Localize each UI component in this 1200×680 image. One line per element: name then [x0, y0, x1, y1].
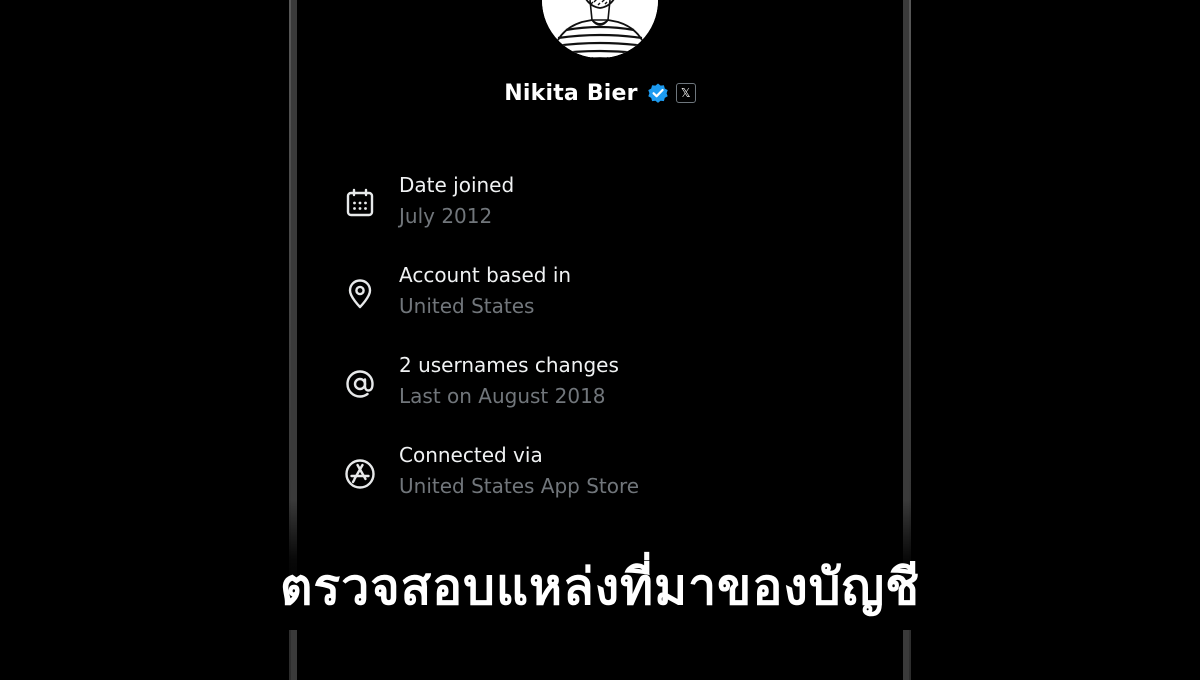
- info-item-date-joined: Date joined July 2012: [340, 172, 860, 262]
- info-item-username-changes: 2 usernames changes Last on August 2018: [340, 352, 860, 442]
- profile-name[interactable]: Nikita Bier: [504, 81, 637, 106]
- account-info-list: Date joined July 2012 Account based in U…: [340, 172, 860, 532]
- info-subtitle: United States: [399, 294, 535, 318]
- info-item-account-based-in: Account based in United States: [340, 262, 860, 352]
- caption-headline: ตรวจสอบแหล่งที่มาของบัญชี: [279, 558, 921, 616]
- location-pin-icon: [348, 279, 372, 309]
- x-affiliate-badge-icon[interactable]: 𝕏: [675, 83, 696, 103]
- info-subtitle: July 2012: [399, 204, 493, 228]
- at-sign-icon: [346, 370, 374, 398]
- info-title: Account based in: [399, 263, 572, 287]
- verified-badge-icon[interactable]: [646, 81, 670, 105]
- info-title: Date joined: [399, 173, 515, 197]
- calendar-icon: [346, 188, 374, 217]
- info-title: 2 usernames changes: [399, 353, 619, 377]
- info-subtitle: United States App Store: [399, 474, 640, 498]
- info-title: Connected via: [399, 443, 543, 467]
- profile-header: Nikita Bier 𝕏: [0, 76, 1200, 110]
- info-subtitle: Last on August 2018: [399, 384, 606, 408]
- app-store-icon: [345, 459, 375, 489]
